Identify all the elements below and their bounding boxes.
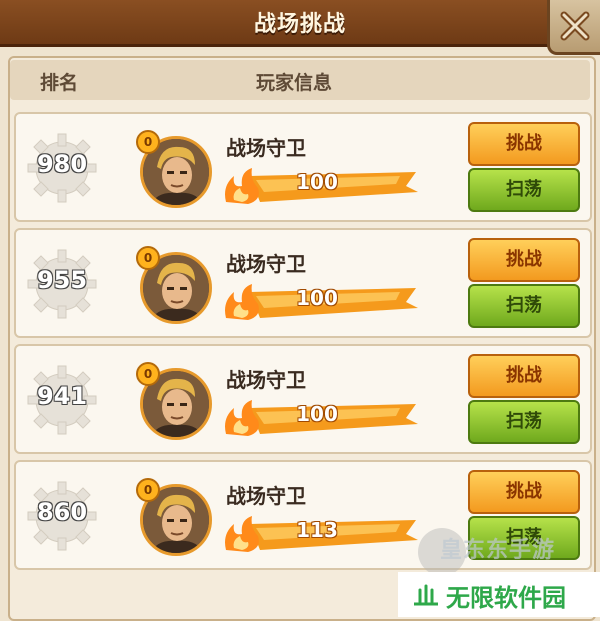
watermark-faint-text: 皇东东手游 <box>440 538 556 563</box>
player-info-column-header: 玩家信息 <box>256 72 333 94</box>
level-badge: 0 <box>136 478 160 502</box>
rank-column-header: 排名 <box>40 72 79 94</box>
challenge-button[interactable]: 挑战 <box>468 238 580 282</box>
close-icon <box>560 11 590 41</box>
player-name: 战场守卫 <box>226 136 306 160</box>
player-name: 战场守卫 <box>226 368 306 392</box>
leaf-logo-icon <box>414 584 438 606</box>
level-badge: 0 <box>136 130 160 154</box>
table-row: 941 0 战场守卫 100 挑战 扫荡 <box>14 344 592 454</box>
level-badge: 0 <box>136 246 160 270</box>
player-name: 战场守卫 <box>226 252 306 276</box>
rank-number: 955 <box>36 265 88 295</box>
table-row: 955 0 战场守卫 100 挑战 扫荡 <box>14 228 592 338</box>
rank-number: 860 <box>36 497 88 527</box>
title-bar: 战场挑战 <box>0 0 600 47</box>
table-row: 980 0 战场守卫 100 挑战 扫荡 <box>14 112 592 222</box>
table-header: 排名 玩家信息 <box>10 60 590 100</box>
close-button[interactable] <box>547 0 600 55</box>
sweep-button[interactable]: 扫荡 <box>468 284 580 328</box>
page-title: 战场挑战 <box>253 12 346 37</box>
power-value: 100 <box>296 170 338 194</box>
rank-number: 980 <box>36 149 88 179</box>
power-value: 100 <box>296 402 338 426</box>
level-badge: 0 <box>136 362 160 386</box>
sweep-button[interactable]: 扫荡 <box>468 400 580 444</box>
rank-number: 941 <box>36 381 88 411</box>
power-value: 113 <box>296 518 338 542</box>
power-value: 100 <box>296 286 338 310</box>
challenge-button[interactable]: 挑战 <box>468 470 580 514</box>
challenge-button[interactable]: 挑战 <box>468 122 580 166</box>
watermark-text: 无限软件园 <box>446 584 566 612</box>
challenge-button[interactable]: 挑战 <box>468 354 580 398</box>
player-name: 战场守卫 <box>226 484 306 508</box>
sweep-button[interactable]: 扫荡 <box>468 168 580 212</box>
